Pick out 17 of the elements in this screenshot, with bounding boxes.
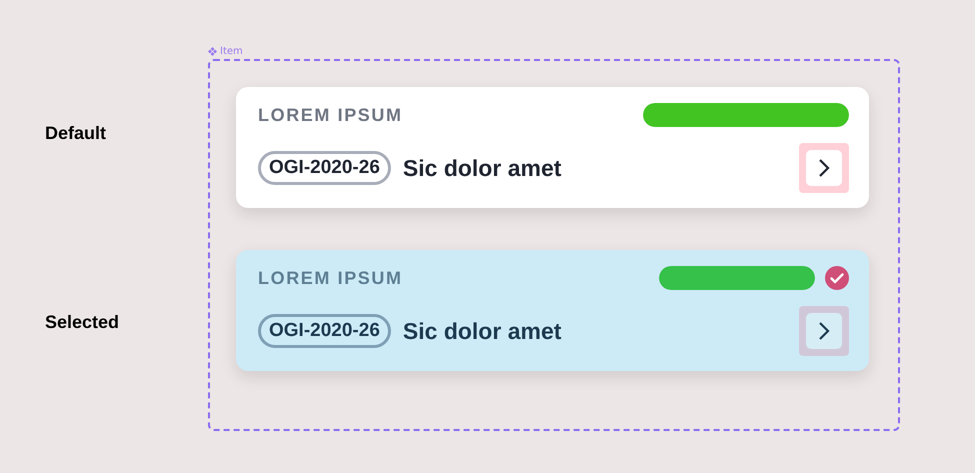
chevron-right-icon: [818, 158, 830, 178]
open-button[interactable]: [799, 306, 849, 356]
card-title: LOREM IPSUM: [258, 268, 403, 288]
variant-label: Default: [45, 123, 106, 144]
check-icon: [825, 266, 849, 290]
chevron-right-icon: [818, 321, 830, 341]
open-button[interactable]: [799, 143, 849, 193]
card-title: LOREM IPSUM: [258, 104, 403, 126]
code-tag: OGI-2020-26: [258, 314, 391, 348]
frame-label: Item: [220, 46, 243, 56]
item-card[interactable]: LOREM IPSUM OGI-2020-26 Sic dolor amet: [236, 250, 869, 371]
item-name: Sic dolor amet: [402, 318, 562, 344]
item-name: Sic dolor amet: [402, 154, 562, 182]
code-tag: OGI-2020-26: [258, 151, 391, 185]
component-icon: [208, 46, 217, 56]
variant-label: Selected: [45, 312, 120, 333]
item-card[interactable]: LOREM IPSUM OGI-2020-26 Sic dolor amet: [236, 87, 869, 208]
